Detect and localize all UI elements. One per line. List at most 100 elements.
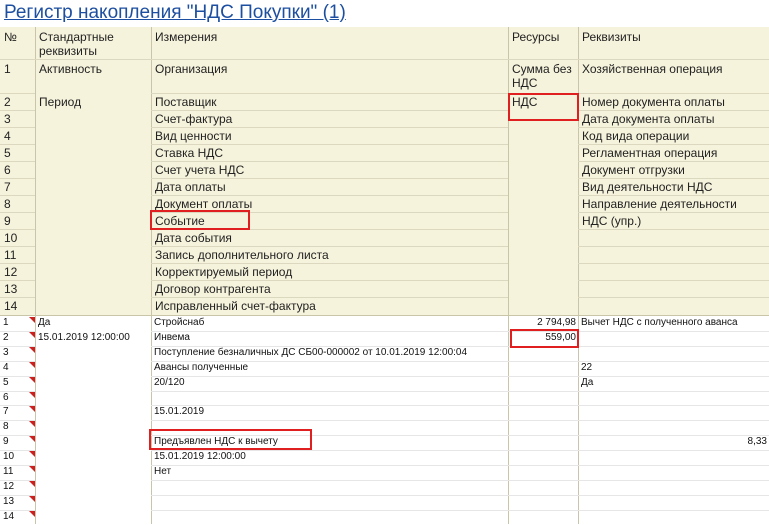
- row-marker-icon: [29, 361, 35, 368]
- header-row-number: 1: [4, 62, 11, 76]
- data-row-number: 14: [3, 510, 15, 522]
- row-grid-line: [151, 450, 769, 452]
- header-row-line: [578, 93, 769, 94]
- header-row-line: [578, 297, 769, 298]
- table-row[interactable]: [0, 480, 769, 495]
- data-standard-value: Да: [38, 317, 51, 328]
- row-grid-line: [151, 494, 769, 496]
- header-row-line: [578, 246, 769, 247]
- header-row-line: [578, 280, 769, 281]
- header-dimension-field: Договор контрагента: [155, 282, 271, 296]
- header-row-line: [0, 93, 35, 94]
- data-dimension-value: Авансы полученные: [154, 361, 249, 373]
- header-row-line: [578, 127, 769, 128]
- header-requisite-field: Документ отгрузки: [582, 163, 685, 177]
- header-row-number: 5: [4, 146, 11, 160]
- data-dimension-value: 20/120: [154, 376, 185, 388]
- header-row-number: 8: [4, 197, 11, 211]
- table-row[interactable]: [0, 391, 769, 406]
- data-row-number: 2: [3, 331, 9, 343]
- data-row-number: 9: [3, 436, 9, 448]
- header-row-number: 14: [4, 299, 18, 313]
- header-row-line: [151, 280, 508, 281]
- data-row-number: 10: [3, 451, 15, 463]
- data-dimension-value: Поступление безналичных ДС СБ00-000002 о…: [154, 346, 468, 358]
- header-row-number: 12: [4, 265, 18, 279]
- table-row[interactable]: [0, 420, 769, 435]
- row-marker-icon: [29, 466, 35, 472]
- header-row-line: [151, 195, 508, 196]
- header-row-line: [151, 127, 508, 128]
- header-row-number: 9: [4, 214, 11, 228]
- row-grid-line: [0, 450, 35, 452]
- table-row[interactable]: [0, 495, 769, 510]
- header-dimension-field: Запись дополнительного листа: [155, 248, 329, 262]
- col-dimensions-header: Измерения: [155, 30, 218, 44]
- data-requisite-value: Вычет НДС с полученного аванса: [581, 317, 738, 328]
- row-grid-line: [151, 330, 769, 332]
- row-grid-line: [151, 390, 769, 392]
- table-row[interactable]: [0, 361, 769, 376]
- col-standard-header: Стандартные реквизиты: [39, 30, 114, 58]
- table-row[interactable]: [0, 465, 769, 480]
- table-row[interactable]: [0, 405, 769, 420]
- row-marker-icon: [29, 495, 35, 502]
- data-standard-value: 15.01.2019 12:00:00: [38, 331, 130, 343]
- header-dimension-field: Дата события: [155, 231, 232, 245]
- header-row-line: [0, 195, 35, 196]
- header-dimension-field: Вид ценности: [155, 129, 232, 143]
- data-row-number: 11: [3, 466, 14, 477]
- header-row-line: [151, 263, 508, 264]
- data-row-number: 3: [3, 346, 9, 358]
- data-dimension-value: Стройснаб: [154, 317, 205, 328]
- header-row-line: [151, 161, 508, 162]
- header-row-line: [0, 246, 35, 247]
- row-marker-icon: [29, 391, 35, 398]
- header-dimension-field: Организация: [155, 62, 228, 76]
- header-dimension-field: Корректируемый период: [155, 265, 293, 279]
- row-grid-line: [0, 465, 35, 466]
- row-grid-line: [0, 509, 35, 511]
- row-grid-line: [0, 345, 35, 347]
- highlight-event-value: [149, 429, 312, 450]
- header-row-number: 13: [4, 282, 18, 296]
- header-row-line: [578, 110, 769, 111]
- data-row-number: 4: [3, 361, 9, 373]
- row-grid-line: [0, 390, 35, 392]
- header-row-number: 3: [4, 112, 11, 126]
- row-marker-icon: [29, 436, 35, 443]
- header-row-line: [0, 127, 35, 128]
- table-row[interactable]: [0, 450, 769, 465]
- header-requisite-field: Вид деятельности НДС: [582, 180, 713, 194]
- row-grid-line: [0, 360, 35, 362]
- data-row-number: 5: [3, 376, 9, 388]
- row-grid-line: [0, 420, 35, 422]
- row-marker-icon: [29, 376, 35, 383]
- header-row-line: [151, 297, 508, 298]
- table-row[interactable]: [0, 510, 769, 525]
- col-requisites-header: Реквизиты: [582, 30, 641, 44]
- header-standard-field: Период: [39, 95, 82, 109]
- data-dimension-value: 15.01.2019: [154, 406, 205, 418]
- row-grid-line: [0, 405, 35, 407]
- header-dimension-field: Счет учета НДС: [155, 163, 245, 177]
- row-marker-icon: [29, 480, 35, 487]
- data-dimension-value: Инвема: [154, 331, 190, 343]
- header-resource-field: Сумма без НДС: [512, 62, 572, 90]
- header-row-line: [578, 161, 769, 162]
- header-row-line: [0, 280, 35, 281]
- header-row-line: [151, 144, 508, 145]
- table-row[interactable]: [0, 376, 769, 391]
- header-dimension-field: Счет-фактура: [155, 112, 233, 126]
- highlight-nds-value: [510, 329, 579, 348]
- row-grid-line: [0, 479, 35, 481]
- header-dimension-field: Исправленный счет-фактура: [155, 299, 316, 313]
- register-title[interactable]: Регистр накопления "НДС Покупки" (1): [4, 2, 346, 24]
- header-row-line: [151, 110, 508, 111]
- header-row-line: [151, 93, 508, 94]
- highlight-nds-resource: [508, 93, 579, 121]
- header-row-line: [151, 246, 508, 247]
- header-requisite-field: Направление деятельности: [582, 197, 737, 211]
- row-grid-line: [0, 494, 35, 496]
- header-row-line: [578, 212, 769, 213]
